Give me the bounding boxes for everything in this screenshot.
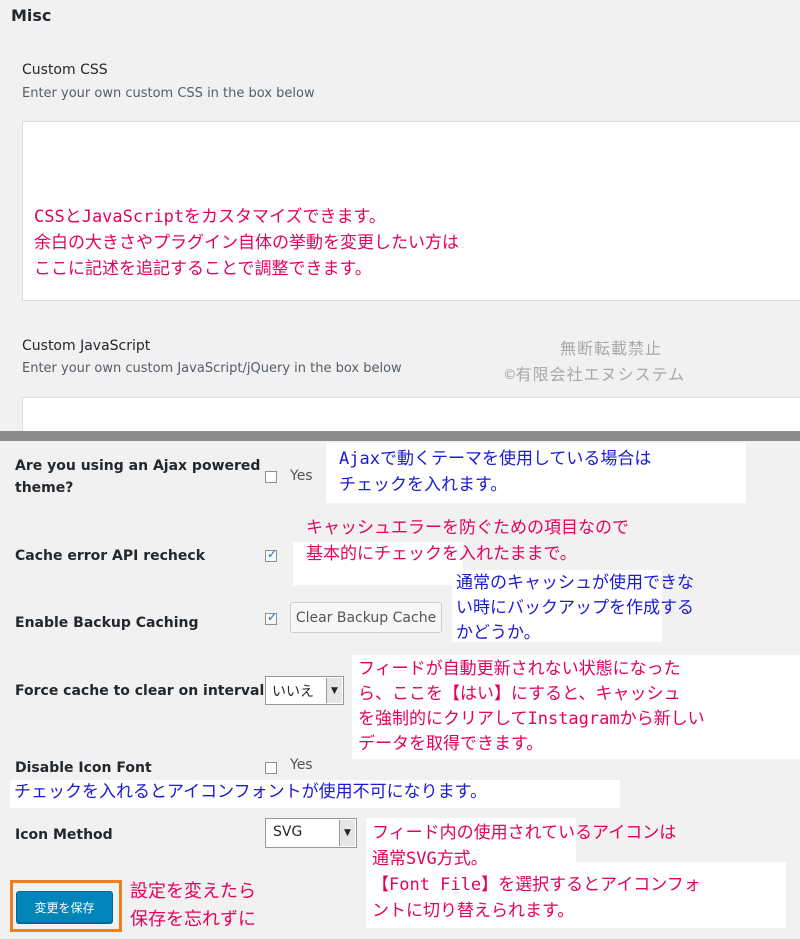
annotation-line: 設定を変えたら — [130, 881, 256, 902]
icon-method-select[interactable]: SVG ▼ — [265, 818, 357, 848]
force-clear-annotation: フィードが自動更新されない状態になった ら、ここを【はい】にすると、キャッシュ … — [358, 657, 705, 757]
chevron-down-icon: ▼ — [339, 820, 355, 846]
label-line: theme? — [15, 480, 74, 496]
annotation-line: 通常SVG方式。 — [372, 849, 488, 869]
chevron-down-icon: ▼ — [326, 678, 342, 703]
select-value: SVG — [273, 824, 303, 840]
custom-css-annotation: CSSとJavaScriptをカスタマイズできます。 余白の大きさやプラグイン自… — [34, 204, 459, 282]
save-changes-button[interactable]: 変更を保存 — [16, 891, 113, 923]
annotation-line: 余白の大きさやプラグイン自体の挙動を変更したい方は — [34, 233, 459, 253]
annotation-line: チェックを入れます。 — [339, 475, 508, 495]
watermark-line-1: 無断転載禁止 — [560, 339, 663, 358]
annotation-line: フィードが自動更新されない状態になった — [358, 659, 681, 679]
backup-caching-label: Enable Backup Caching — [15, 615, 199, 631]
custom-js-label: Custom JavaScript — [22, 338, 151, 354]
label-line: Are you using an Ajax powered — [15, 458, 261, 474]
annotation-line: かどうか。 — [456, 623, 541, 643]
force-clear-select[interactable]: いいえ ▼ — [265, 676, 344, 705]
force-clear-label: Force cache to clear on interval — [15, 683, 265, 699]
annotation-line: CSSとJavaScriptをカスタマイズできます。 — [34, 207, 386, 227]
annotation-line: ら、ここを【はい】にすると、キャッシュ — [358, 684, 681, 704]
annotation-line: ントに切り替えられます。 — [372, 901, 575, 921]
backup-caching-annotation: 通常のキャッシュが使用できな い時にバックアップを作成する かどうか。 — [456, 571, 694, 646]
annotation-line: 通常のキャッシュが使用できな — [456, 573, 694, 593]
icon-font-annotation: チェックを入れるとアイコンフォントが使用不可になります。 — [14, 782, 487, 802]
watermark-line-2: ©有限会社エヌシステム — [505, 365, 686, 384]
clear-backup-cache-button[interactable]: Clear Backup Cache — [290, 602, 442, 633]
annotation-line: い時にバックアップを作成する — [456, 598, 694, 618]
annotation-line: 基本的にチェックを入れたままで。 — [306, 544, 577, 564]
custom-css-label: Custom CSS — [22, 62, 108, 78]
disable-icon-font-yes-label: Yes — [290, 757, 313, 773]
annotation-line: フィード内の使用されているアイコンは — [372, 823, 677, 843]
annotation-line: ここに記述を追記することで調整できます。 — [34, 259, 372, 279]
annotation-line: データを取得できます。 — [358, 734, 544, 754]
save-annotation: 設定を変えたら 保存を忘れずに — [130, 878, 256, 934]
disable-icon-font-checkbox[interactable] — [265, 762, 277, 774]
ajax-annotation: Ajaxで動くテーマを使用している場合は チェックを入れます。 — [339, 446, 651, 498]
custom-js-description: Enter your own custom JavaScript/jQuery … — [22, 361, 402, 376]
cache-recheck-label: Cache error API recheck — [15, 548, 206, 564]
annotation-line: キャッシュエラーを防ぐための項目なので — [306, 518, 629, 538]
annotation-line: Ajaxで動くテーマを使用している場合は — [339, 449, 652, 469]
screenshot-divider — [0, 431, 800, 441]
ajax-theme-label: Are you using an Ajax powered theme? — [15, 455, 260, 499]
ajax-theme-yes-label: Yes — [290, 468, 313, 484]
cache-recheck-checkbox[interactable] — [265, 547, 277, 562]
ajax-theme-checkbox[interactable] — [265, 471, 277, 483]
custom-css-description: Enter your own custom CSS in the box bel… — [22, 86, 315, 101]
annotation-line: を強制的にクリアしてInstagramから新しい — [358, 709, 705, 729]
disable-icon-font-label: Disable Icon Font — [15, 760, 152, 776]
annotation-line: 保存を忘れずに — [130, 909, 256, 930]
section-title: Misc — [11, 6, 52, 25]
select-value: いいえ — [272, 684, 314, 700]
cache-recheck-annotation: キャッシュエラーを防ぐための項目なので 基本的にチェックを入れたままで。 — [306, 515, 629, 567]
icon-method-annotation: フィード内の使用されているアイコンは 通常SVG方式。 【Font File】を… — [372, 820, 701, 924]
backup-caching-checkbox[interactable] — [265, 610, 277, 625]
icon-method-label: Icon Method — [15, 827, 113, 843]
annotation-line: 【Font File】を選択するとアイコンフォ — [372, 875, 701, 895]
